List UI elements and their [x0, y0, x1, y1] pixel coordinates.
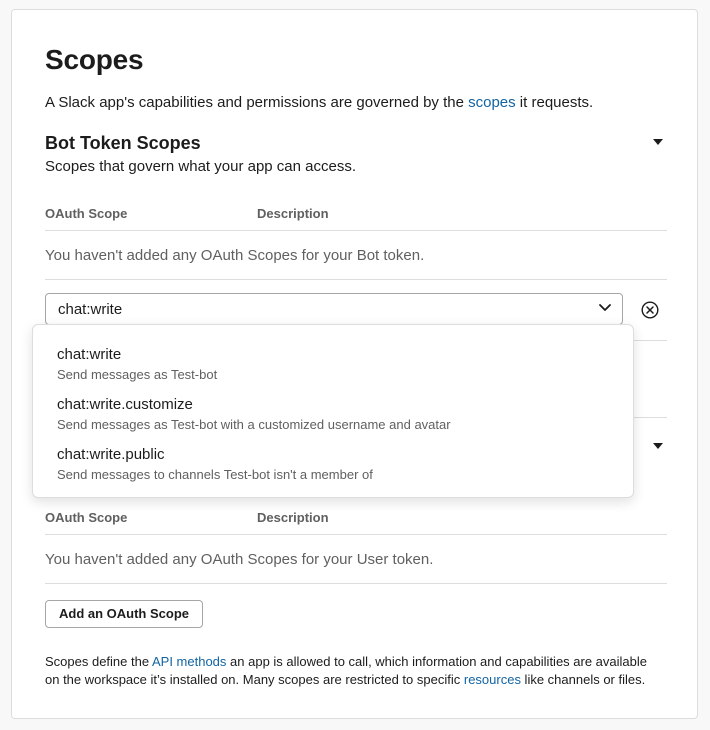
clear-circle-x-icon[interactable] — [641, 301, 659, 319]
bot-section-title: Bot Token Scopes — [45, 133, 201, 153]
footnote-part1: Scopes define the — [45, 654, 152, 669]
option-label: chat:write — [57, 346, 122, 363]
intro-after: it requests. — [515, 94, 594, 111]
bot-section-subtitle: Scopes that govern what your app can acc… — [45, 158, 357, 175]
scope-dropdown-menu: chat:write Send messages as Test-bot cha… — [32, 324, 634, 498]
intro-before: A Slack app's capabilities and permissio… — [45, 94, 469, 111]
scopes-card: Scopes A Slack app's capabilities and pe… — [11, 9, 698, 719]
option-label: chat:write.customize — [57, 396, 193, 413]
divider — [45, 230, 667, 231]
resources-link[interactable]: resources — [464, 672, 521, 687]
intro-text: A Slack app's capabilities and permissio… — [45, 94, 593, 111]
scope-select-value: chat:write — [58, 301, 123, 318]
api-methods-link[interactable]: API methods — [152, 654, 226, 669]
bot-col-oauth-scope: OAuth Scope — [45, 206, 128, 221]
dropdown-option[interactable]: chat:write.public Send messages to chann… — [57, 446, 623, 490]
footnote: Scopes define the API methods an app is … — [45, 653, 665, 689]
user-col-description: Description — [257, 510, 329, 525]
option-description: Send messages as Test-bot with a customi… — [57, 417, 451, 432]
option-description: Send messages to channels Test-bot isn't… — [57, 467, 373, 482]
user-section-caret-down-icon[interactable] — [653, 443, 663, 449]
bot-section-caret-down-icon[interactable] — [653, 139, 663, 145]
add-oauth-scope-button[interactable]: Add an OAuth Scope — [45, 600, 203, 628]
divider — [45, 279, 667, 280]
footnote-part3: like channels or files. — [520, 672, 646, 687]
user-empty-message: You haven't added any OAuth Scopes for y… — [45, 551, 434, 568]
divider — [45, 583, 667, 584]
scopes-link[interactable]: scopes — [468, 94, 516, 111]
dropdown-option[interactable]: chat:write.customize Send messages as Te… — [57, 396, 623, 440]
page-title: Scopes — [45, 44, 144, 75]
user-col-oauth-scope: OAuth Scope — [45, 510, 128, 525]
scope-select[interactable]: chat:write — [45, 293, 623, 325]
dropdown-option[interactable]: chat:write Send messages as Test-bot — [57, 346, 623, 390]
option-label: chat:write.public — [57, 446, 165, 463]
option-description: Send messages as Test-bot — [57, 367, 218, 382]
bot-empty-message: You haven't added any OAuth Scopes for y… — [45, 247, 425, 264]
divider — [45, 534, 667, 535]
bot-col-description: Description — [257, 206, 329, 221]
chevron-down-icon — [599, 304, 611, 311]
